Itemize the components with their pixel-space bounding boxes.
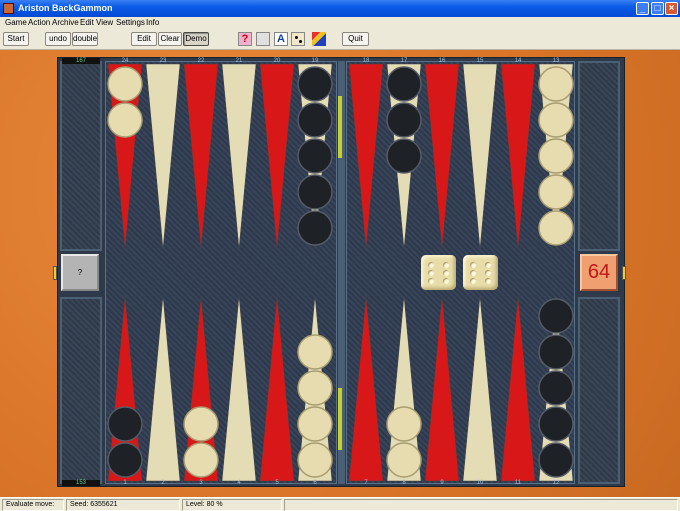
checker-dark-point-17[interactable]	[386, 138, 422, 174]
checker-light-point-24[interactable]	[107, 102, 143, 138]
point-number-4: 4	[237, 480, 241, 486]
point-number-19: 19	[311, 58, 319, 64]
point-number-24: 24	[121, 58, 129, 64]
checker-dark-point-1[interactable]	[107, 442, 143, 478]
checker-light-point-6[interactable]	[297, 334, 333, 370]
status-empty	[284, 499, 678, 511]
die-1[interactable]	[421, 255, 456, 290]
point-7[interactable]	[348, 295, 384, 482]
checker-dark-point-19[interactable]	[297, 174, 333, 210]
point-16[interactable]	[424, 63, 460, 250]
die-pip	[470, 262, 476, 268]
die-pip	[443, 278, 449, 284]
point-21[interactable]	[221, 63, 257, 250]
doubling-cube-left[interactable]: ?	[61, 254, 99, 291]
point-number-8: 8	[402, 480, 406, 486]
point-20[interactable]	[259, 63, 295, 250]
point-number-10: 10	[476, 480, 484, 486]
board-points	[107, 63, 574, 482]
checker-dark-point-12[interactable]	[538, 442, 574, 478]
point-10[interactable]	[462, 295, 498, 482]
checker-dark-point-19[interactable]	[297, 66, 333, 102]
point-number-22: 22	[197, 58, 205, 64]
point-number-13: 13	[552, 58, 560, 64]
die-pip	[485, 278, 491, 284]
point-number-5: 5	[275, 480, 279, 486]
point-15[interactable]	[462, 63, 498, 250]
checker-dark-point-12[interactable]	[538, 334, 574, 370]
doubling-cube[interactable]: 64	[580, 254, 618, 291]
point-number-15: 15	[476, 58, 484, 64]
point-number-6: 6	[313, 480, 317, 486]
status-level: Level: 80 %	[182, 499, 282, 511]
point-number-3: 3	[199, 480, 203, 486]
die-pip	[470, 278, 476, 284]
point-5[interactable]	[259, 295, 295, 482]
point-number-23: 23	[159, 58, 167, 64]
status-seed: Seed: 6355621	[66, 499, 180, 511]
point-number-1: 1	[123, 480, 127, 486]
point-9[interactable]	[424, 295, 460, 482]
checker-dark-point-12[interactable]	[538, 298, 574, 334]
point-22[interactable]	[183, 63, 219, 250]
point-number-12: 12	[552, 480, 560, 486]
checker-dark-point-17[interactable]	[386, 102, 422, 138]
point-18[interactable]	[348, 63, 384, 250]
point-11[interactable]	[500, 295, 536, 482]
checker-dark-point-12[interactable]	[538, 370, 574, 406]
checker-light-point-24[interactable]	[107, 66, 143, 102]
point-number-21: 21	[235, 58, 243, 64]
point-number-16: 16	[438, 58, 446, 64]
checker-light-point-13[interactable]	[538, 174, 574, 210]
checker-dark-point-12[interactable]	[538, 406, 574, 442]
die-pip	[485, 262, 491, 268]
point-number-18: 18	[362, 58, 370, 64]
point-23[interactable]	[145, 63, 181, 250]
die-pip	[428, 278, 434, 284]
checker-light-point-13[interactable]	[538, 210, 574, 246]
die-pip	[443, 270, 449, 276]
die-2[interactable]	[463, 255, 498, 290]
die-pip	[470, 270, 476, 276]
point-4[interactable]	[221, 295, 257, 482]
point-number-7: 7	[364, 480, 368, 486]
point-number-20: 20	[273, 58, 281, 64]
checker-light-point-6[interactable]	[297, 370, 333, 406]
point-number-9: 9	[440, 480, 444, 486]
checker-dark-point-1[interactable]	[107, 406, 143, 442]
checker-light-point-6[interactable]	[297, 442, 333, 478]
checker-light-point-3[interactable]	[183, 406, 219, 442]
checker-dark-point-17[interactable]	[386, 66, 422, 102]
point-2[interactable]	[145, 295, 181, 482]
die-pip	[428, 270, 434, 276]
checker-dark-point-19[interactable]	[297, 210, 333, 246]
point-number-2: 2	[161, 480, 165, 486]
checker-light-point-3[interactable]	[183, 442, 219, 478]
point-14[interactable]	[500, 63, 536, 250]
checker-light-point-6[interactable]	[297, 406, 333, 442]
die-pip	[428, 262, 434, 268]
cube-marker-left	[53, 266, 57, 280]
die-pip	[485, 270, 491, 276]
checker-dark-point-19[interactable]	[297, 138, 333, 174]
checker-dark-point-19[interactable]	[297, 102, 333, 138]
checker-light-point-13[interactable]	[538, 66, 574, 102]
point-number-11: 11	[514, 480, 522, 486]
status-message: Evaluate move:	[2, 499, 64, 511]
point-number-14: 14	[514, 58, 522, 64]
status-bar: Evaluate move: Seed: 6355621 Level: 80 %	[0, 497, 680, 511]
cube-marker-right	[622, 266, 626, 280]
point-number-17: 17	[400, 58, 408, 64]
checker-light-point-8[interactable]	[386, 442, 422, 478]
checker-light-point-13[interactable]	[538, 138, 574, 174]
checker-light-point-13[interactable]	[538, 102, 574, 138]
checker-light-point-8[interactable]	[386, 406, 422, 442]
die-pip	[443, 262, 449, 268]
